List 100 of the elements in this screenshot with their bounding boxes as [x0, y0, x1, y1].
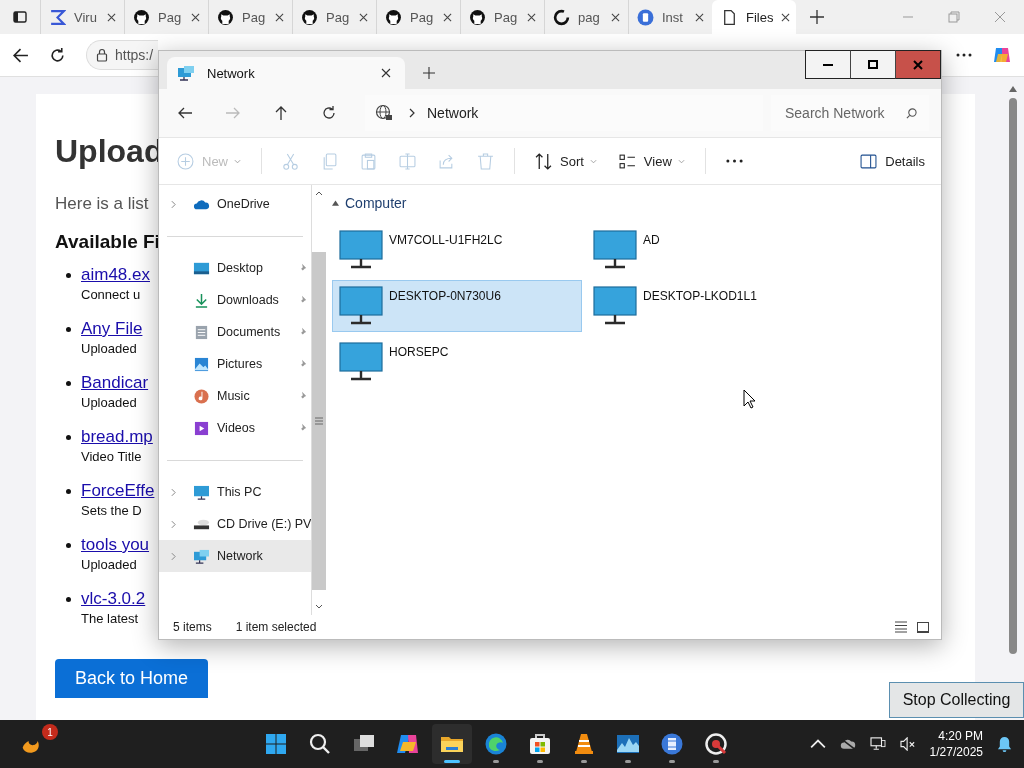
- back-arrow-icon[interactable]: [12, 46, 29, 64]
- scroll-down-icon[interactable]: [315, 604, 324, 609]
- new-tab-icon[interactable]: [810, 10, 824, 24]
- desktop-icon: [193, 260, 210, 276]
- chevron-up-icon[interactable]: [809, 737, 826, 751]
- tab-actions-icon[interactable]: [12, 9, 28, 25]
- details-view-icon[interactable]: [895, 621, 907, 633]
- group-header[interactable]: Computer: [332, 195, 925, 211]
- computer-item[interactable]: AD: [586, 224, 836, 276]
- search-field[interactable]: Search Network: [785, 105, 906, 121]
- nav-item[interactable]: Pictures: [159, 348, 312, 380]
- file-link[interactable]: aim48.ex: [81, 265, 150, 285]
- running-indicator: [625, 760, 631, 763]
- maximize-button[interactable]: [850, 50, 896, 79]
- file-link[interactable]: Bandicar: [81, 373, 149, 393]
- scroll-thumb[interactable]: [1009, 98, 1017, 654]
- nav-item[interactable]: This PC: [159, 476, 312, 508]
- more-icon[interactable]: [956, 53, 972, 57]
- file-link[interactable]: ForceEffe: [81, 481, 155, 501]
- close-icon[interactable]: [443, 12, 452, 22]
- sort-button[interactable]: Sort: [527, 145, 605, 177]
- tab-title: Inst: [662, 9, 684, 25]
- file-link[interactable]: tools you: [81, 535, 150, 555]
- bullet-icon: [66, 380, 71, 386]
- share-icon: [438, 152, 455, 170]
- file-description: Uploaded: [81, 341, 138, 356]
- cat-logo-icon: [301, 8, 318, 26]
- browser-tab[interactable]: Files: [712, 0, 796, 34]
- clock-date[interactable]: 1/27/2025: [929, 744, 983, 760]
- monitor-icon: [593, 286, 637, 326]
- scroll-up-icon[interactable]: [315, 191, 324, 196]
- copilot-icon[interactable]: [992, 45, 1012, 65]
- computer-item[interactable]: HORSEPC: [332, 336, 582, 388]
- cloud-off-icon[interactable]: [839, 737, 856, 751]
- running-indicator: [493, 760, 499, 763]
- back-to-home-button[interactable]: Back to Home: [55, 659, 209, 698]
- file-link[interactable]: bread.mp: [81, 427, 153, 447]
- back-arrow-icon: [177, 105, 193, 121]
- close-icon[interactable]: [695, 12, 704, 22]
- network-icon[interactable]: [869, 737, 886, 751]
- close-icon: [913, 59, 923, 70]
- close-icon[interactable]: [191, 12, 200, 22]
- file-link[interactable]: Any File: [81, 319, 143, 339]
- minimize-icon: [823, 63, 833, 66]
- notification-badge: 1: [42, 724, 58, 740]
- refresh-icon: [321, 105, 337, 121]
- close-icon[interactable]: [527, 12, 536, 22]
- view-button[interactable]: View: [610, 145, 693, 177]
- close-icon[interactable]: [359, 12, 368, 22]
- bell-icon[interactable]: [997, 735, 1012, 753]
- search-icon: [308, 732, 332, 756]
- nav-scrollbar[interactable]: [311, 185, 327, 615]
- film-icon: [660, 732, 684, 756]
- explorer-taskbar-button[interactable]: [432, 724, 472, 764]
- computer-item[interactable]: DESKTOP-0N730U6: [332, 280, 582, 332]
- grip-icon: [315, 417, 324, 425]
- close-icon[interactable]: [275, 12, 284, 22]
- computer-item[interactable]: VM7COLL-U1FH2LC: [332, 224, 582, 276]
- running-indicator: [669, 760, 675, 763]
- scroll-thumb[interactable]: [312, 252, 327, 590]
- close-button[interactable]: [895, 50, 941, 79]
- breadcrumb-item[interactable]: Network: [427, 105, 479, 121]
- explorer-tab[interactable]: Network: [167, 57, 405, 89]
- scroll-up-icon[interactable]: [1009, 86, 1017, 92]
- collapse-triangle-icon[interactable]: [332, 200, 339, 206]
- nav-item[interactable]: Downloads: [159, 284, 312, 316]
- computer-name: AD: [643, 233, 660, 247]
- cat-logo-icon: [469, 8, 486, 26]
- file-description: The latest: [81, 611, 140, 626]
- nav-item[interactable]: Desktop: [159, 252, 312, 284]
- nav-item[interactable]: OneDrive: [159, 188, 312, 220]
- details-pane-icon: [860, 152, 878, 170]
- close-icon[interactable]: [781, 12, 791, 22]
- file-description: Uploaded: [81, 395, 138, 410]
- rename-icon: [399, 152, 416, 170]
- refresh-icon[interactable]: [49, 46, 66, 64]
- bullet-icon: [66, 542, 71, 548]
- nav-item[interactable]: Music: [159, 380, 312, 412]
- new-tab-icon[interactable]: [423, 67, 435, 79]
- close-icon[interactable]: [107, 12, 116, 22]
- globe-icon: [375, 104, 393, 122]
- stop-collecting-button[interactable]: Stop Collecting: [889, 682, 1024, 718]
- details-button[interactable]: Details: [852, 145, 933, 177]
- file-link[interactable]: vlc-3.0.2: [81, 589, 146, 609]
- nav-item[interactable]: CD Drive (E:) PV: [159, 508, 312, 540]
- record-icon: [704, 732, 728, 756]
- nav-item[interactable]: Documents: [159, 316, 312, 348]
- computer-item[interactable]: DESKTOP-LKOD1L1: [586, 280, 836, 332]
- close-icon[interactable]: [611, 12, 620, 22]
- close-icon[interactable]: [381, 68, 391, 78]
- volume-muted-icon[interactable]: [899, 737, 916, 751]
- address-bar[interactable]: https:/: [86, 40, 158, 70]
- nav-item[interactable]: Network: [159, 540, 312, 572]
- selection-count: 1 item selected: [235, 620, 317, 634]
- minimize-button[interactable]: [805, 50, 851, 79]
- tab-title: Pag: [326, 9, 351, 25]
- clock-time[interactable]: 4:20 PM: [938, 728, 983, 744]
- large-icons-view-icon[interactable]: [917, 621, 929, 633]
- nav-item[interactable]: Videos: [159, 412, 312, 444]
- nav-label: OneDrive: [217, 197, 270, 211]
